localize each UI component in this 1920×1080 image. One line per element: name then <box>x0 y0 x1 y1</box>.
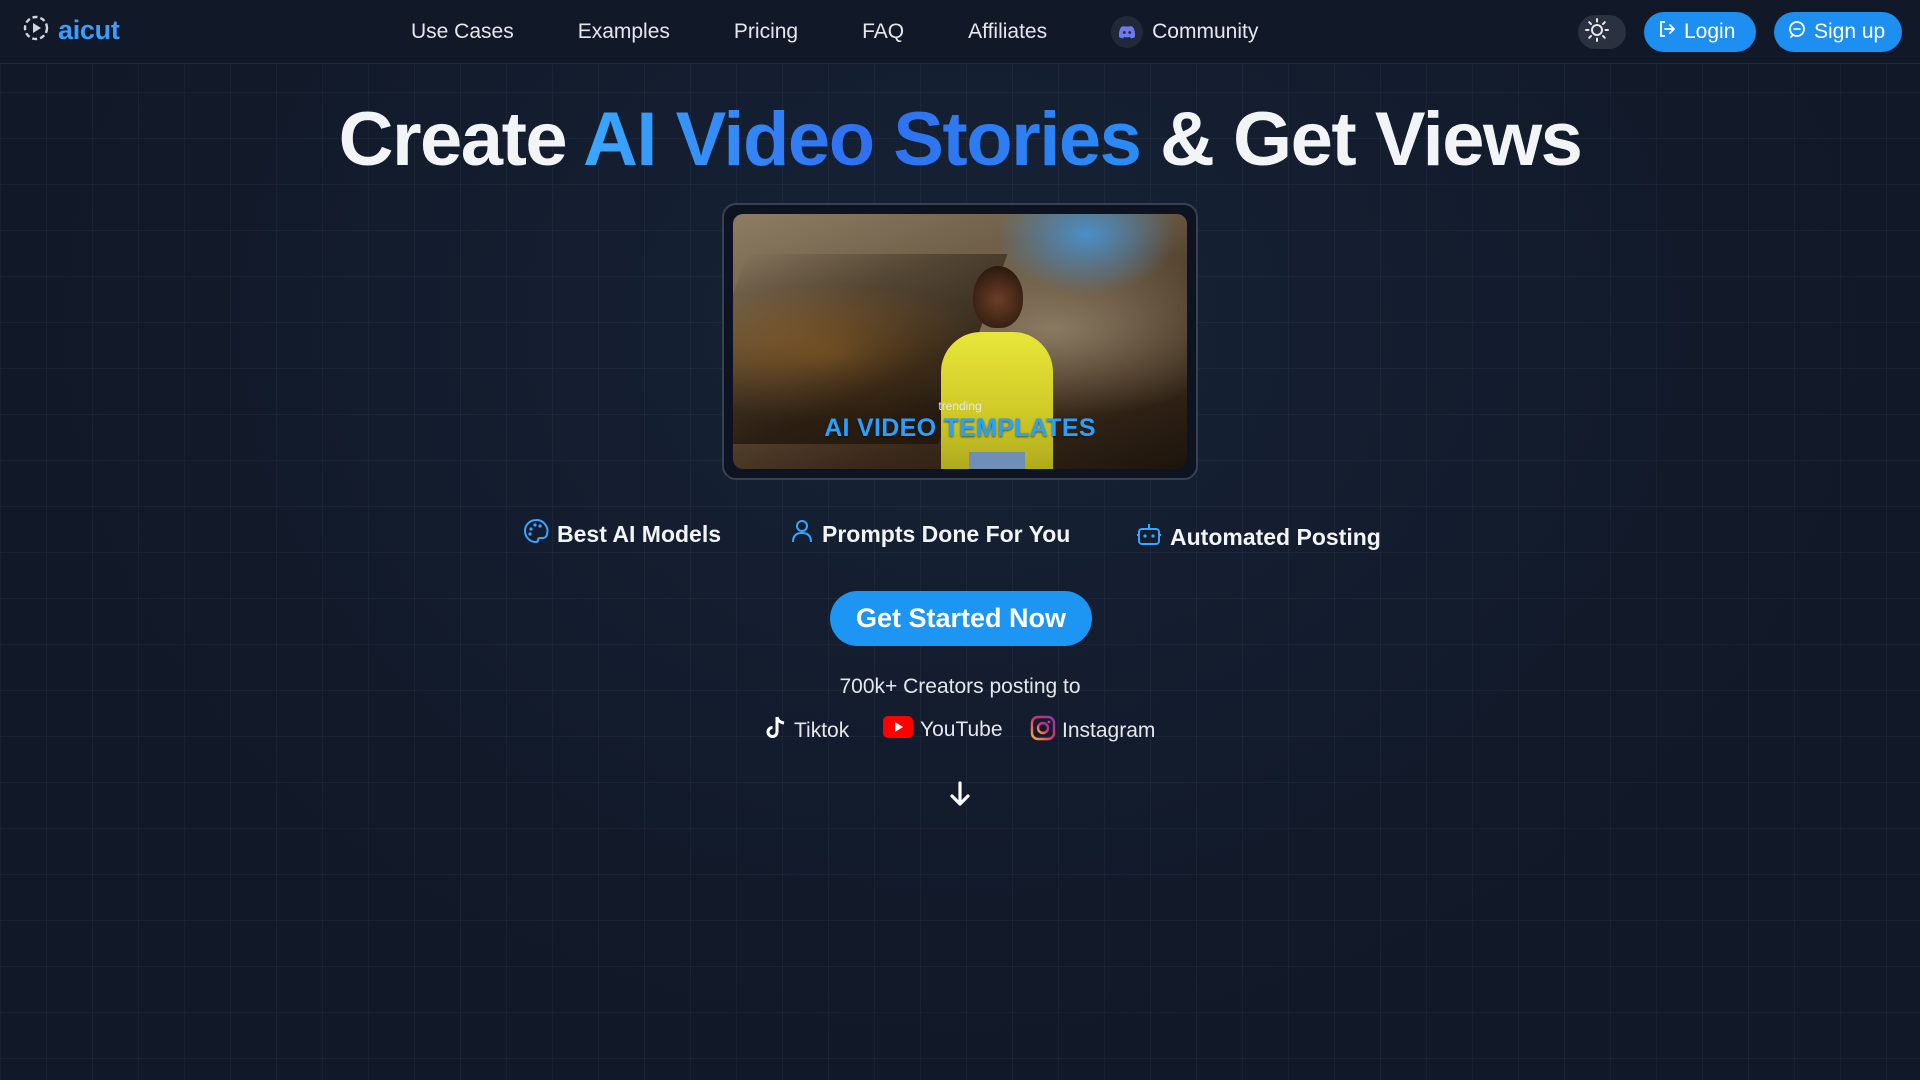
instagram-icon <box>1030 715 1056 747</box>
platform-label: Instagram <box>1062 719 1156 742</box>
theme-toggle[interactable] <box>1578 15 1626 49</box>
nav-pricing[interactable]: Pricing <box>734 20 798 44</box>
hero-video-preview[interactable]: trending AI VIDEO TEMPLATES <box>722 203 1198 480</box>
video-caption-small: trending <box>938 399 982 413</box>
robot-icon <box>1136 521 1162 553</box>
feature-list: Best AI Models Prompts Done For You Auto… <box>0 518 1920 552</box>
logo[interactable]: aicut <box>22 14 120 47</box>
chat-icon <box>1788 20 1806 44</box>
top-navbar: aicut Use Cases Examples Pricing FAQ Aff… <box>0 0 1920 64</box>
youtube-icon <box>882 715 914 745</box>
discord-icon <box>1111 16 1144 48</box>
logo-text: aicut <box>58 15 120 45</box>
arrow-down-icon[interactable] <box>946 780 974 808</box>
landing-page: aicut Use Cases Examples Pricing FAQ Aff… <box>0 0 1920 1080</box>
hero-title-part1: Create <box>338 97 583 182</box>
sun-icon <box>1584 17 1610 48</box>
video-caption-big: AI VIDEO TEMPLATES <box>824 414 1096 442</box>
platform-label: Tiktok <box>794 719 850 742</box>
video-person-head <box>973 266 1023 328</box>
platform-list: Tiktok YouTube Instagram <box>0 715 1920 745</box>
hero-title: Create AI Video Stories & Get Views <box>0 96 1920 183</box>
main-nav: Use Cases Examples Pricing FAQ Affiliate… <box>411 0 1258 64</box>
video-thumbnail: trending AI VIDEO TEMPLATES <box>733 214 1187 469</box>
platform-label: YouTube <box>920 718 1003 741</box>
login-label: Login <box>1684 20 1736 43</box>
nav-examples[interactable]: Examples <box>578 20 670 44</box>
signup-button[interactable]: Sign up <box>1774 12 1902 52</box>
hero-title-highlight: AI Video Stories <box>582 97 1142 182</box>
nav-faq[interactable]: FAQ <box>862 20 904 44</box>
video-person-jeans <box>969 452 1025 469</box>
platform-instagram[interactable]: Instagram <box>1030 715 1155 747</box>
feature-label: Best AI Models <box>557 520 722 547</box>
nav-community[interactable]: Community <box>1111 16 1258 48</box>
platform-tiktok[interactable]: Tiktok <box>764 715 849 747</box>
hero-title-part2: & Get Views <box>1140 97 1583 182</box>
feature-label: Automated Posting <box>1170 523 1381 550</box>
nav-community-label: Community <box>1152 20 1259 43</box>
user-icon <box>790 518 814 550</box>
nav-affiliates[interactable]: Affiliates <box>968 20 1047 44</box>
platform-youtube[interactable]: YouTube <box>882 715 1003 745</box>
palette-icon <box>523 518 549 550</box>
feature-best-ai-models: Best AI Models <box>523 518 721 550</box>
logo-icon <box>22 14 50 47</box>
tiktok-icon <box>764 715 788 747</box>
get-started-button[interactable]: Get Started Now <box>830 591 1092 646</box>
feature-prompts-done: Prompts Done For You <box>790 518 1070 550</box>
feature-automated-posting: Automated Posting <box>1136 521 1381 553</box>
creators-count-text: 700k+ Creators posting to <box>839 675 1081 698</box>
signup-label: Sign up <box>1814 20 1886 43</box>
login-icon <box>1658 20 1676 44</box>
feature-label: Prompts Done For You <box>822 520 1071 547</box>
login-button[interactable]: Login <box>1644 12 1756 52</box>
nav-use-cases[interactable]: Use Cases <box>411 20 514 44</box>
